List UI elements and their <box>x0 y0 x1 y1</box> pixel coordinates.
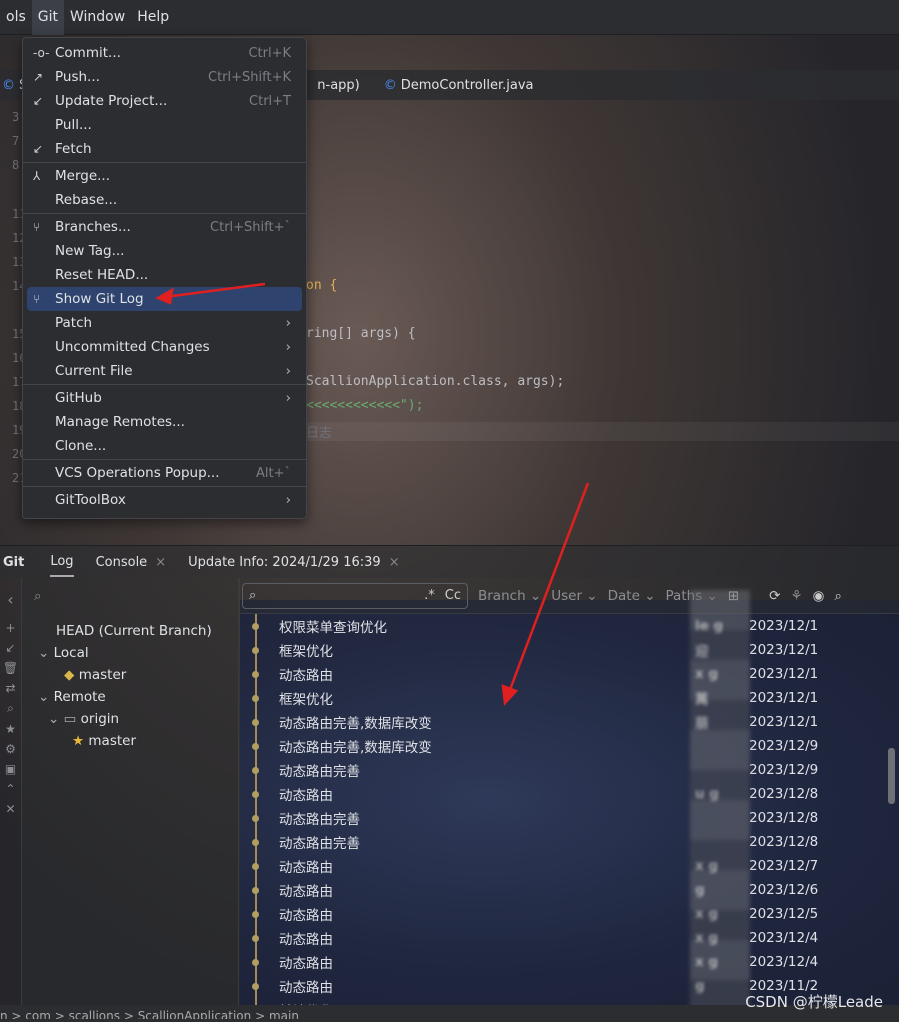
arrow-to-log <box>506 482 590 696</box>
arrowhead <box>501 684 519 706</box>
arrow-to-show-git-log <box>164 282 266 299</box>
annotation-arrows <box>155 282 590 706</box>
arrowhead <box>155 287 174 305</box>
